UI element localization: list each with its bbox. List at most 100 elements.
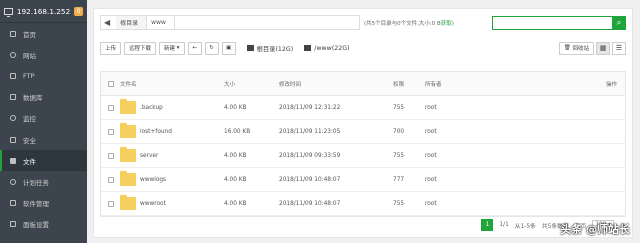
table-row[interactable]: wwwroot 4.00 KB 2018/11/09 10:48:07 755 root xyxy=(101,192,625,216)
table-row[interactable]: wwwlogs 4.00 KB 2018/11/09 10:48:07 777 root xyxy=(101,168,625,192)
database-icon xyxy=(10,94,16,101)
file-owner: root xyxy=(425,152,437,159)
search-input[interactable] xyxy=(492,15,612,30)
sidebar-item-6[interactable]: 文件 xyxy=(0,150,87,172)
file-modified-time: 2018/11/09 10:48:07 xyxy=(279,200,341,207)
clock-icon xyxy=(10,178,16,185)
monitor-icon xyxy=(10,115,16,122)
header-perm: 权限 xyxy=(393,81,405,88)
file-modified-time: 2018/11/09 12:31:22 xyxy=(279,104,341,111)
file-name[interactable]: wwwroot xyxy=(140,201,166,207)
get-size-link[interactable]: 获取 xyxy=(441,21,452,27)
list-icon: ☰ xyxy=(615,44,623,52)
file-manager-panel: ◀ 根目录 www (共5个目录与0个文件,大小:0 B获取) ⌕ 上传 远程下… xyxy=(93,8,633,238)
sidebar-item-label: 软件管理 xyxy=(23,200,49,209)
header-time[interactable]: 修改时间 xyxy=(279,80,393,88)
sidebar-item-8[interactable]: 软件管理 xyxy=(0,193,87,214)
file-permission: 700 xyxy=(393,128,405,135)
table-header: 文件名 大小 修改时间 权限 所有者 操作 xyxy=(101,72,625,96)
trash-icon: 🗑 xyxy=(563,45,571,51)
monitor-icon xyxy=(4,7,13,17)
file-size: 4.00 KB xyxy=(224,104,247,111)
folder-icon xyxy=(120,99,136,114)
grid-view-button[interactable]: ▦ xyxy=(596,41,610,55)
folder-icon xyxy=(10,157,16,164)
path-bar[interactable]: ◀ 根目录 www xyxy=(100,15,360,30)
recycle-bin-button[interactable]: 🗑 回收站 xyxy=(558,41,594,55)
row-checkbox[interactable] xyxy=(107,200,114,207)
header-op: 操作 xyxy=(605,81,617,88)
row-checkbox[interactable] xyxy=(107,152,114,159)
file-name[interactable]: .backup xyxy=(140,105,163,111)
row-checkbox[interactable] xyxy=(107,128,114,135)
watermark: 头条 @师站长 xyxy=(560,223,630,236)
refresh-icon: ↻ xyxy=(209,45,214,51)
sidebar-item-label: FTP xyxy=(23,71,35,80)
header-name[interactable]: 文件名 xyxy=(120,80,224,88)
back-button[interactable]: ← xyxy=(187,41,202,55)
folder-icon xyxy=(120,195,136,210)
select-all-checkbox[interactable] xyxy=(107,80,114,87)
disk-icon xyxy=(304,45,312,51)
new-button[interactable]: 新建 ▾ xyxy=(159,41,185,55)
shield-icon xyxy=(10,136,16,143)
table-row[interactable]: .backup 4.00 KB 2018/11/09 12:31:22 755 root xyxy=(101,96,625,120)
page-total: 1/1 xyxy=(499,222,509,228)
sidebar-item-5[interactable]: 安全 xyxy=(0,129,87,150)
grid-icon: ▦ xyxy=(599,44,607,52)
home-icon xyxy=(10,30,16,37)
sidebar-item-7[interactable]: 计划任务 xyxy=(0,171,87,192)
refresh-button[interactable]: ↻ xyxy=(204,41,219,55)
sidebar-item-0[interactable]: 首页 xyxy=(0,23,87,44)
breadcrumb-root[interactable]: 根目录 xyxy=(116,16,148,29)
breadcrumb-www[interactable]: www xyxy=(147,16,175,29)
page-current[interactable]: 1 xyxy=(481,219,494,231)
file-permission: 755 xyxy=(393,104,405,111)
back-arrow-icon[interactable]: ◀ xyxy=(104,18,110,27)
disk-root-label: 根目录(12G) xyxy=(256,45,294,53)
file-size: 4.00 KB xyxy=(224,176,247,183)
file-permission: 755 xyxy=(393,200,405,207)
terminal-button[interactable]: ▣ xyxy=(221,41,236,55)
row-checkbox[interactable] xyxy=(107,104,114,111)
file-name[interactable]: server xyxy=(140,153,158,159)
file-name[interactable]: wwwlogs xyxy=(140,177,166,183)
apps-icon xyxy=(10,200,16,207)
new-button-label: 新建 xyxy=(164,46,176,52)
sidebar-item-label: 数据库 xyxy=(23,94,43,103)
file-owner: root xyxy=(425,128,437,135)
sidebar-item-1[interactable]: 网站 xyxy=(0,44,87,65)
row-checkbox[interactable] xyxy=(107,176,114,183)
sidebar-item-9[interactable]: 面板设置 xyxy=(0,214,87,235)
file-modified-time: 2018/11/09 09:33:59 xyxy=(279,152,341,159)
sidebar-item-label: 安全 xyxy=(23,136,36,145)
file-modified-time: 2018/11/09 11:23:05 xyxy=(279,128,341,135)
summary-text: (共5个目录与0个文件,大小:0 B xyxy=(364,20,441,27)
settings-icon xyxy=(10,221,16,228)
disk-root[interactable]: 根目录(12G) xyxy=(246,44,294,53)
sidebar-item-label: 网站 xyxy=(23,51,36,60)
sidebar-item-4[interactable]: 监控 xyxy=(0,108,87,129)
page-range: 从1-5条 xyxy=(514,223,536,230)
list-view-button[interactable]: ☰ xyxy=(612,41,626,55)
header-size[interactable]: 大小 xyxy=(224,80,279,88)
globe-icon xyxy=(10,51,16,58)
remote-download-button[interactable]: 远程下载 xyxy=(124,41,157,55)
sidebar-item-2[interactable]: FTP xyxy=(0,65,87,86)
disk-www[interactable]: /www(22G) xyxy=(304,45,350,52)
table-row[interactable]: lost+found 16.00 KB 2018/11/09 11:23:05 700… xyxy=(101,120,625,144)
recycle-bin-label: 回收站 xyxy=(572,46,589,52)
host-ip: 192.168.1.252 xyxy=(16,6,71,16)
sidebar-item-label: 面板设置 xyxy=(23,221,49,230)
sidebar-item-label: 首页 xyxy=(23,30,36,39)
search-button[interactable]: ⌕ xyxy=(612,15,626,30)
file-name[interactable]: lost+found xyxy=(140,129,172,135)
notification-badge[interactable]: 0 xyxy=(74,6,83,16)
sidebar-item-label: 计划任务 xyxy=(23,178,49,187)
caret-down-icon: ▾ xyxy=(176,45,180,51)
file-size: 16.00 KB xyxy=(224,128,251,135)
sidebar-item-label: 监控 xyxy=(23,115,36,124)
upload-button[interactable]: 上传 xyxy=(100,41,122,55)
table-row[interactable]: server 4.00 KB 2018/11/09 09:33:59 755 root xyxy=(101,144,625,168)
sidebar-item-3[interactable]: 数据库 xyxy=(0,87,87,108)
